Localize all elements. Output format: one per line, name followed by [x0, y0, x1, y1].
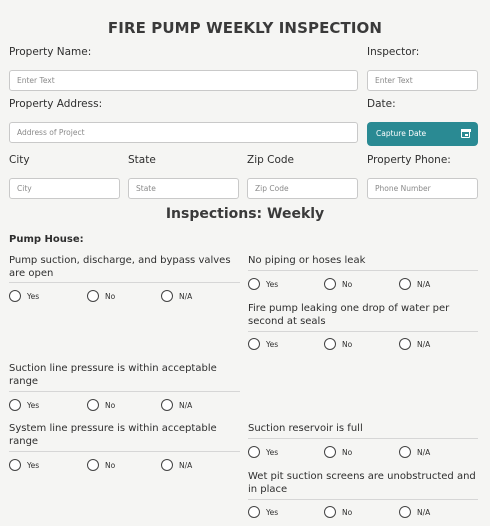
valves-open-no[interactable]: No [87, 290, 115, 302]
option-label: No [342, 507, 353, 517]
option-label: Yes [27, 400, 40, 410]
option-label: N/A [417, 447, 431, 457]
question-suction-pressure: Suction line pressure is within acceptab… [9, 363, 217, 387]
date-label: Date: [367, 98, 396, 110]
divider [248, 331, 478, 332]
inspections-title: Inspections: Weekly [165, 206, 325, 222]
radio-icon [399, 278, 411, 290]
radio-icon [324, 446, 336, 458]
no-leaks-na[interactable]: N/A [399, 278, 430, 290]
property-phone-input[interactable]: Phone Number [367, 178, 478, 199]
pump-leaking-na[interactable]: N/A [399, 338, 430, 350]
question-reservoir-full: Suction reservoir is full [248, 423, 363, 434]
option-label: N/A [179, 460, 193, 470]
pump-leaking-no[interactable]: No [324, 338, 352, 350]
divider [9, 391, 240, 392]
radio-icon [248, 278, 260, 290]
form-title: FIRE PUMP WEEKLY INSPECTION [107, 19, 383, 37]
option-label: No [105, 291, 116, 301]
option-label: No [105, 460, 116, 470]
radio-icon [161, 399, 173, 411]
option-label: N/A [179, 400, 193, 410]
radio-icon [87, 399, 99, 411]
radio-icon [9, 459, 21, 471]
no-leaks-yes[interactable]: Yes [248, 278, 278, 290]
suction-screens-yes[interactable]: Yes [248, 506, 278, 518]
reservoir-full-no[interactable]: No [324, 446, 352, 458]
pump-leaking-yes[interactable]: Yes [248, 338, 278, 350]
zip-code-input[interactable]: Zip Code [247, 178, 358, 199]
property-name-label: Property Name: [9, 46, 92, 58]
question-system-pressure: System line pressure is within acceptabl… [9, 423, 217, 447]
system-pressure-yes[interactable]: Yes [9, 459, 39, 471]
option-label: Yes [266, 447, 279, 457]
option-label: No [342, 339, 353, 349]
option-label: N/A [179, 291, 193, 301]
property-phone-label: Property Phone: [367, 154, 451, 166]
question-suction-screens: Wet pit suction screens are unobstructed… [248, 471, 476, 495]
radio-icon [9, 399, 21, 411]
suction-pressure-na[interactable]: N/A [161, 399, 192, 411]
property-address-input[interactable]: Address of Project [9, 122, 358, 143]
valves-open-yes[interactable]: Yes [9, 290, 39, 302]
valves-open-na[interactable]: N/A [161, 290, 192, 302]
radio-icon [399, 446, 411, 458]
radio-icon [399, 506, 411, 518]
suction-pressure-yes[interactable]: Yes [9, 399, 39, 411]
option-label: No [342, 447, 353, 457]
suction-pressure-no[interactable]: No [87, 399, 115, 411]
option-label: No [105, 400, 116, 410]
option-label: No [342, 279, 353, 289]
radio-icon [248, 446, 260, 458]
state-label: State [128, 154, 156, 166]
suction-screens-na[interactable]: N/A [399, 506, 430, 518]
radio-icon [161, 290, 173, 302]
radio-icon [324, 338, 336, 350]
property-name-input[interactable]: Enter Text [9, 70, 358, 91]
radio-icon [161, 459, 173, 471]
calendar-icon [460, 128, 471, 138]
inspector-label: Inspector: [367, 46, 420, 58]
state-input[interactable]: State [128, 178, 239, 199]
inspector-input[interactable]: Enter Text [367, 70, 478, 91]
option-label: Yes [266, 507, 279, 517]
option-label: Yes [266, 279, 279, 289]
radio-icon [324, 506, 336, 518]
pump-house-heading: Pump House: [9, 234, 84, 245]
option-label: N/A [417, 507, 431, 517]
radio-icon [248, 506, 260, 518]
divider [9, 451, 240, 452]
option-label: Yes [27, 460, 40, 470]
city-label: City [9, 154, 30, 166]
question-no-leaks: No piping or hoses leak [248, 255, 366, 266]
option-label: Yes [266, 339, 279, 349]
divider [9, 282, 240, 283]
option-label: N/A [417, 279, 431, 289]
option-label: Yes [27, 291, 40, 301]
system-pressure-no[interactable]: No [87, 459, 115, 471]
reservoir-full-yes[interactable]: Yes [248, 446, 278, 458]
question-valves-open: Pump suction, discharge, and bypass valv… [9, 255, 231, 279]
divider [248, 438, 478, 439]
radio-icon [399, 338, 411, 350]
radio-icon [9, 290, 21, 302]
option-label: N/A [417, 339, 431, 349]
property-address-label: Property Address: [9, 98, 103, 110]
question-pump-leaking: Fire pump leaking one drop of water per … [248, 303, 450, 327]
radio-icon [324, 278, 336, 290]
reservoir-full-na[interactable]: N/A [399, 446, 430, 458]
radio-icon [248, 338, 260, 350]
radio-icon [87, 290, 99, 302]
divider [248, 499, 478, 500]
city-input[interactable]: City [9, 178, 120, 199]
capture-date-button[interactable]: Capture Date [367, 122, 478, 146]
zip-code-label: Zip Code [247, 154, 294, 166]
divider [248, 270, 478, 271]
suction-screens-no[interactable]: No [324, 506, 352, 518]
system-pressure-na[interactable]: N/A [161, 459, 192, 471]
radio-icon [87, 459, 99, 471]
no-leaks-no[interactable]: No [324, 278, 352, 290]
capture-date-label: Capture Date [376, 129, 427, 138]
